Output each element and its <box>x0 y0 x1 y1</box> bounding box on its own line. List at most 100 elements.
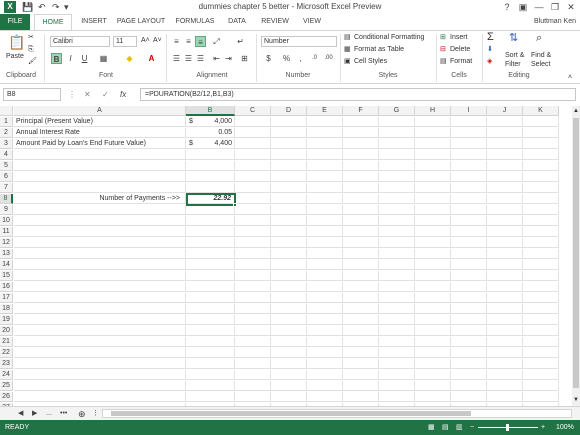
zoom-out-button[interactable]: − <box>470 420 474 435</box>
grid-cell[interactable] <box>487 337 523 347</box>
grid-cell[interactable] <box>235 161 271 171</box>
grid-cell[interactable] <box>235 249 271 259</box>
decrease-decimal-button[interactable]: .00 <box>323 53 334 64</box>
horizontal-scroll-thumb[interactable] <box>111 411 471 416</box>
grow-font-icon[interactable]: A˄ <box>141 36 150 46</box>
tab-home[interactable]: HOME <box>34 14 72 31</box>
grid-cell[interactable] <box>343 227 379 237</box>
sheet-list-icon[interactable]: ••• <box>60 407 67 421</box>
grid-cell[interactable] <box>343 337 379 347</box>
column-header-E[interactable]: E <box>307 106 343 116</box>
grid-cell[interactable] <box>523 150 559 160</box>
row-header-10[interactable]: 10 <box>0 216 13 226</box>
grid-cell[interactable] <box>307 150 343 160</box>
grid-cell[interactable] <box>14 150 186 160</box>
grid-cell[interactable] <box>343 194 379 204</box>
grid-cell[interactable] <box>415 194 451 204</box>
delete-cells-icon[interactable]: ⊟ <box>440 45 446 55</box>
grid-cell[interactable] <box>235 139 271 149</box>
grid-cell[interactable] <box>379 282 415 292</box>
vertical-scrollbar[interactable]: ▲ ▼ <box>572 106 580 406</box>
grid-cell[interactable] <box>379 139 415 149</box>
paste-icon[interactable]: 📋 <box>8 34 25 50</box>
grid-cell[interactable] <box>271 304 307 314</box>
grid-cell[interactable] <box>343 150 379 160</box>
grid-cell[interactable] <box>523 381 559 391</box>
grid-cell[interactable] <box>271 172 307 182</box>
format-cells-icon[interactable]: ▤ <box>440 57 447 67</box>
row-header-1[interactable]: 1 <box>0 117 13 127</box>
grid-cell[interactable] <box>235 282 271 292</box>
row-header-11[interactable]: 11 <box>0 227 13 237</box>
increase-decimal-button[interactable]: .0 <box>309 53 320 64</box>
cell-B2[interactable]: 0.05 <box>187 128 234 138</box>
grid-cell[interactable] <box>307 249 343 259</box>
column-header-A[interactable]: A <box>14 106 186 116</box>
grid-cell[interactable] <box>487 315 523 325</box>
grid-cell[interactable] <box>379 359 415 369</box>
cell-styles-button[interactable]: Cell Styles <box>354 57 387 67</box>
grid-cell[interactable] <box>271 315 307 325</box>
grid-cell[interactable] <box>379 194 415 204</box>
row-header-22[interactable]: 22 <box>0 348 13 358</box>
grid-cell[interactable] <box>271 238 307 248</box>
row-header-3[interactable]: 3 <box>0 139 13 149</box>
grid-cell[interactable] <box>271 282 307 292</box>
grid-cell[interactable] <box>271 326 307 336</box>
grid-cell[interactable] <box>343 392 379 402</box>
grid-cell[interactable] <box>235 381 271 391</box>
grid-cell[interactable] <box>415 271 451 281</box>
align-center-icon[interactable]: ☰ <box>183 53 194 64</box>
grid-cell[interactable] <box>186 205 235 215</box>
grid-cell[interactable] <box>487 293 523 303</box>
grid-cell[interactable] <box>271 359 307 369</box>
grid-cell[interactable] <box>523 337 559 347</box>
row-header-4[interactable]: 4 <box>0 150 13 160</box>
decrease-indent-icon[interactable]: ⇤ <box>211 53 222 64</box>
row-header-6[interactable]: 6 <box>0 172 13 182</box>
grid-cell[interactable] <box>186 282 235 292</box>
grid-cell[interactable] <box>307 359 343 369</box>
close-button[interactable]: ✕ <box>564 0 578 14</box>
grid-cell[interactable] <box>186 260 235 270</box>
grid-cell[interactable] <box>523 238 559 248</box>
fill-handle[interactable] <box>233 203 237 207</box>
grid-cell[interactable] <box>415 392 451 402</box>
column-header-G[interactable]: G <box>379 106 415 116</box>
font-color-icon[interactable]: A <box>146 53 157 64</box>
cell-A1[interactable]: Principal (Present Value) <box>14 117 186 127</box>
grid-cell[interactable] <box>14 392 186 402</box>
align-top-icon[interactable]: ≡ <box>171 36 182 47</box>
grid-cell[interactable] <box>343 370 379 380</box>
grid-cell[interactable] <box>343 304 379 314</box>
grid-cell[interactable] <box>271 293 307 303</box>
grid-cell[interactable] <box>186 359 235 369</box>
find-select-icon[interactable]: ⌕ <box>536 33 542 44</box>
grid-cell[interactable] <box>415 205 451 215</box>
grid-cell[interactable] <box>186 304 235 314</box>
row-header-17[interactable]: 17 <box>0 293 13 303</box>
grid-cell[interactable] <box>307 260 343 270</box>
grid-cell[interactable] <box>307 370 343 380</box>
grid-cell[interactable] <box>343 139 379 149</box>
grid-cell[interactable] <box>343 128 379 138</box>
grid-cell[interactable] <box>186 183 235 193</box>
grid-cell[interactable] <box>523 172 559 182</box>
grid-cell[interactable] <box>271 205 307 215</box>
grid-cell[interactable] <box>307 183 343 193</box>
grid-cell[interactable] <box>343 381 379 391</box>
grid-cell[interactable] <box>487 348 523 358</box>
grid-cell[interactable] <box>271 128 307 138</box>
grid-cell[interactable] <box>186 249 235 259</box>
column-header-K[interactable]: K <box>523 106 559 116</box>
grid-cell[interactable] <box>379 150 415 160</box>
grid-cell[interactable] <box>235 392 271 402</box>
grid-cell[interactable] <box>379 304 415 314</box>
grid-cell[interactable] <box>379 326 415 336</box>
ribbon-display-button[interactable]: ▣ <box>516 0 530 14</box>
grid-cell[interactable] <box>379 381 415 391</box>
grid-cell[interactable] <box>271 392 307 402</box>
grid-cell[interactable] <box>487 304 523 314</box>
select-all-button[interactable] <box>0 106 13 116</box>
row-header-2[interactable]: 2 <box>0 128 13 138</box>
